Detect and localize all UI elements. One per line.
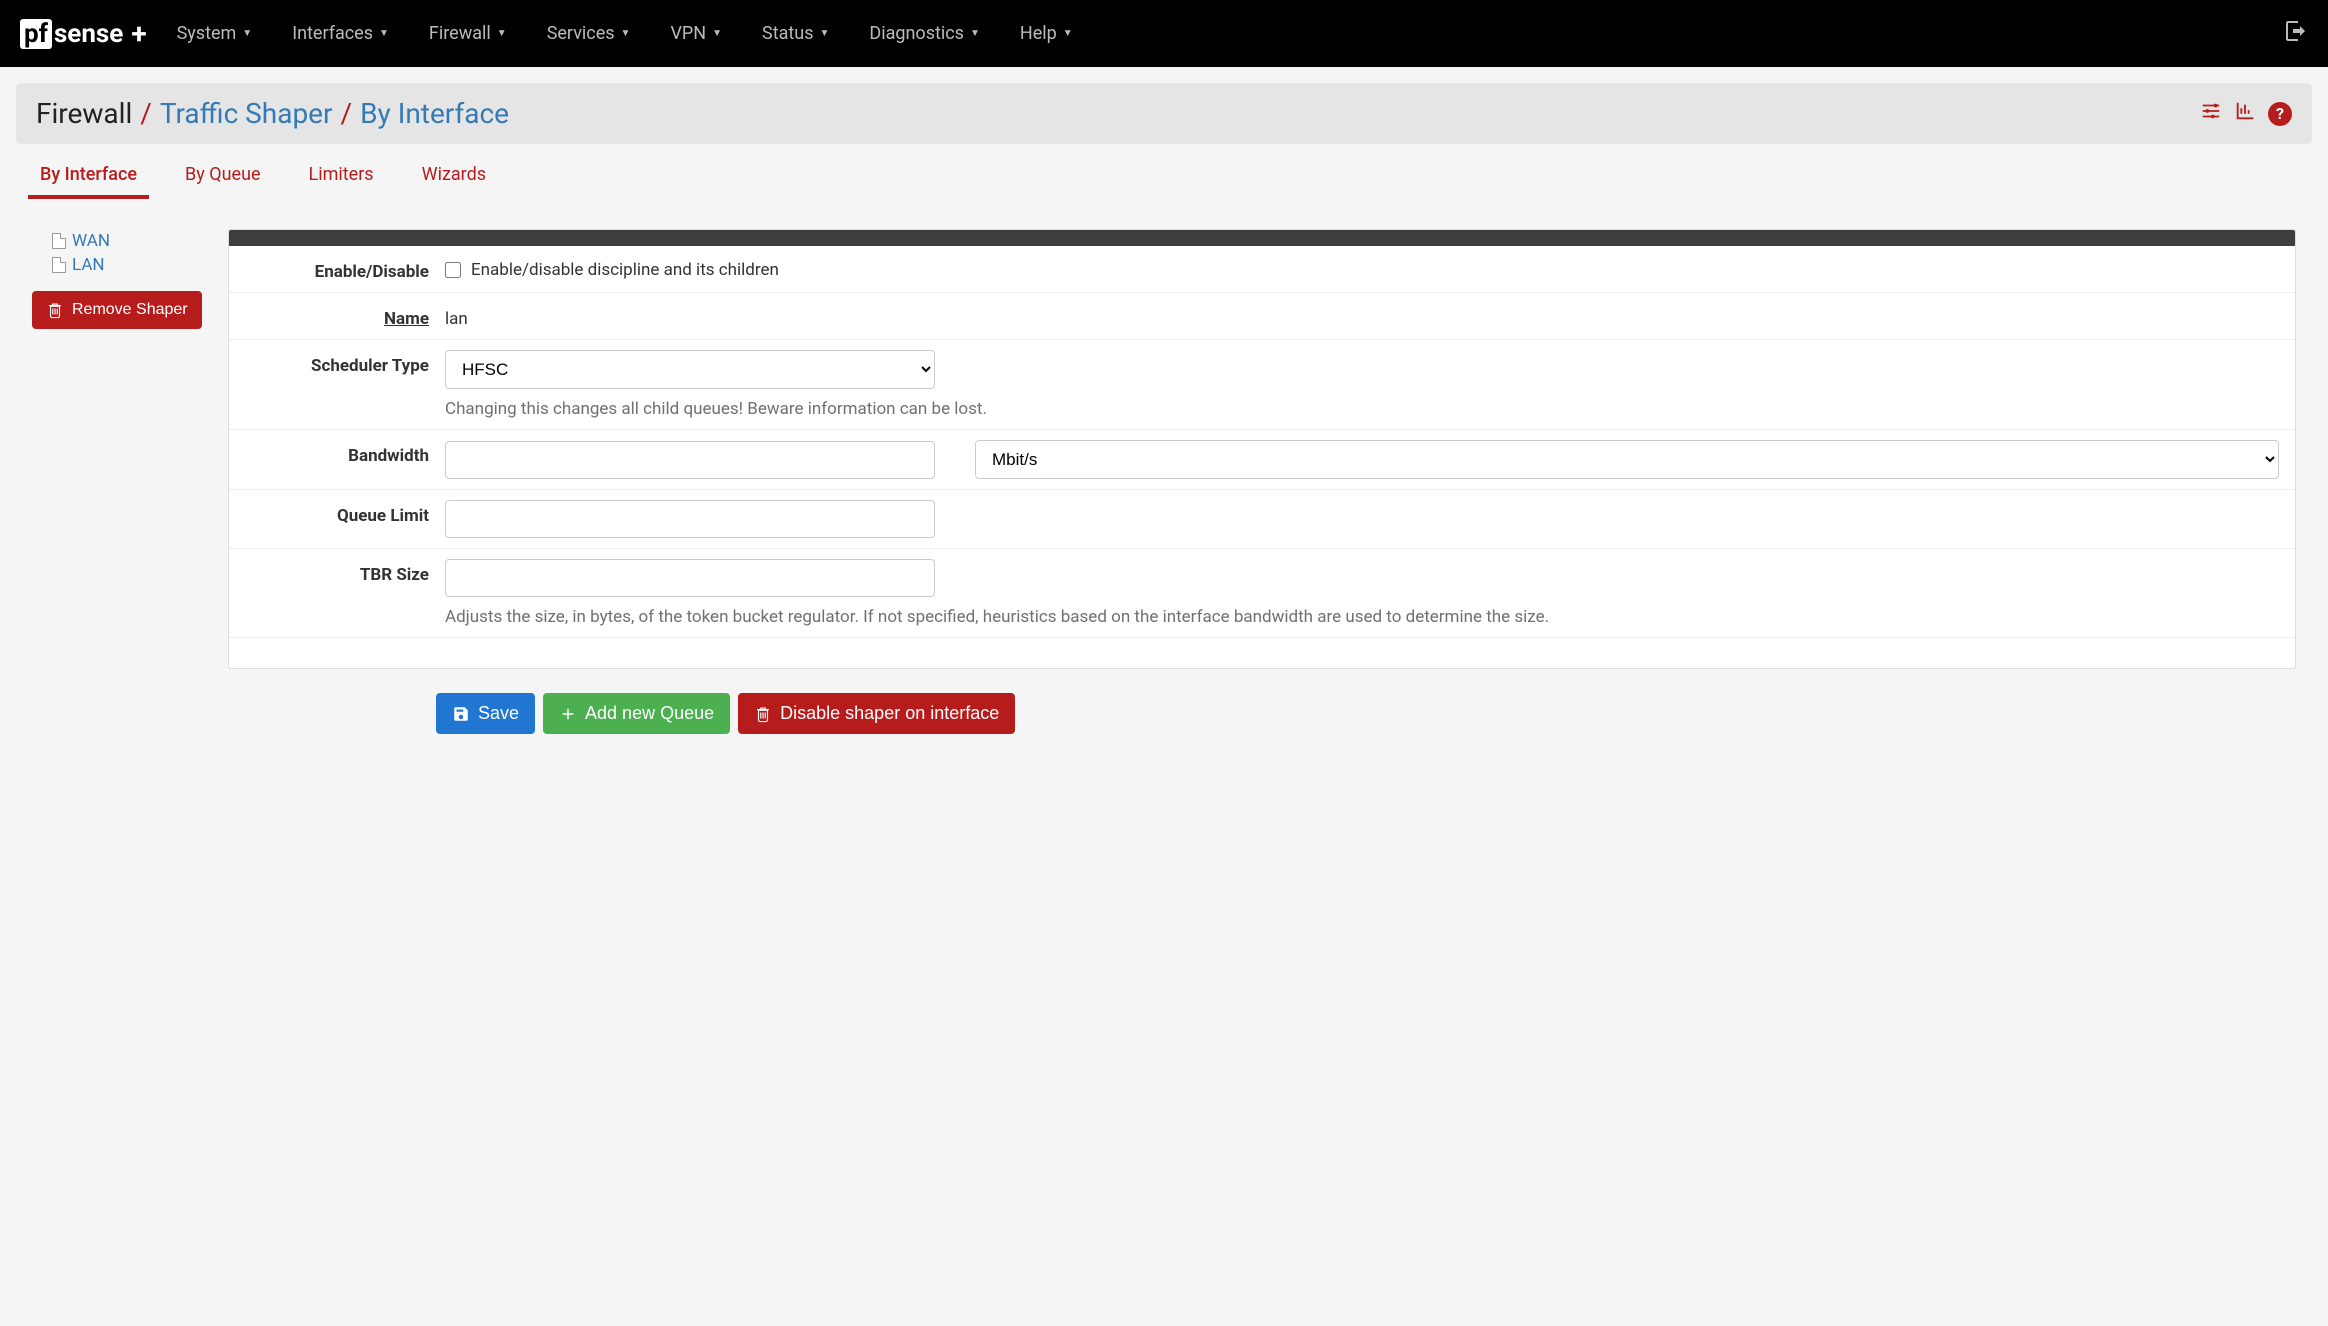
- tbr-help: Adjusts the size, in bytes, of the token…: [445, 607, 2279, 627]
- document-icon: [52, 257, 66, 273]
- breadcrumb-separator: /: [341, 97, 353, 130]
- tree-item-label: LAN: [72, 255, 105, 275]
- logo-box: pf: [20, 19, 52, 49]
- chevron-down-icon: ▼: [820, 28, 830, 39]
- save-button[interactable]: Save: [436, 693, 535, 734]
- tab-by-interface[interactable]: By Interface: [40, 164, 137, 199]
- row-scheduler: Scheduler Type HFSC Changing this change…: [229, 340, 2295, 430]
- plus-icon: [559, 705, 577, 723]
- sidebar: WAN LAN Remove Shaper: [32, 229, 212, 669]
- bandwidth-input[interactable]: [445, 441, 935, 479]
- row-name: Name lan: [229, 293, 2295, 340]
- nav-menu: System▼ Interfaces▼ Firewall▼ Services▼ …: [177, 23, 2284, 44]
- nav-firewall[interactable]: Firewall▼: [429, 23, 507, 44]
- chevron-down-icon: ▼: [621, 28, 631, 39]
- disable-shaper-button[interactable]: Disable shaper on interface: [738, 693, 1015, 734]
- top-navbar: pfsense + System▼ Interfaces▼ Firewall▼ S…: [0, 0, 2328, 67]
- label-bandwidth: Bandwidth: [245, 440, 445, 466]
- save-icon: [452, 705, 470, 723]
- interface-tree: WAN LAN: [32, 229, 212, 277]
- chevron-down-icon: ▼: [1063, 28, 1073, 39]
- label-scheduler: Scheduler Type: [245, 350, 445, 376]
- label-enable: Enable/Disable: [245, 256, 445, 282]
- tab-limiters[interactable]: Limiters: [309, 164, 374, 199]
- logout-icon[interactable]: [2284, 19, 2308, 49]
- row-bandwidth: Bandwidth Mbit/s: [229, 430, 2295, 490]
- logo[interactable]: pfsense +: [20, 17, 147, 50]
- enable-checkbox-label: Enable/disable discipline and its childr…: [471, 260, 779, 280]
- document-icon: [52, 233, 66, 249]
- nav-system[interactable]: System▼: [177, 23, 253, 44]
- panel-header: [229, 230, 2295, 246]
- nav-vpn[interactable]: VPN▼: [670, 23, 722, 44]
- enable-checkbox-wrap[interactable]: Enable/disable discipline and its childr…: [445, 256, 2279, 280]
- label-tbr: TBR Size: [245, 559, 445, 585]
- help-icon[interactable]: ?: [2268, 102, 2292, 126]
- label-queue-limit: Queue Limit: [245, 500, 445, 526]
- tree-item-wan[interactable]: WAN: [52, 229, 212, 253]
- nav-diagnostics[interactable]: Diagnostics▼: [869, 23, 979, 44]
- scheduler-select[interactable]: HFSC: [445, 350, 935, 389]
- remove-shaper-button[interactable]: Remove Shaper: [32, 291, 202, 329]
- trash-icon: [754, 705, 772, 723]
- breadcrumb-bar: Firewall / Traffic Shaper / By Interface…: [16, 83, 2312, 144]
- action-buttons: Save Add new Queue Disable shaper on int…: [16, 669, 2312, 758]
- tabs: By Interface By Queue Limiters Wizards: [16, 144, 2312, 199]
- tree-item-label: WAN: [72, 231, 110, 251]
- tree-item-lan[interactable]: LAN: [52, 253, 212, 277]
- nav-help[interactable]: Help▼: [1020, 23, 1073, 44]
- breadcrumb-actions: ?: [2200, 100, 2292, 127]
- breadcrumb-by-interface[interactable]: By Interface: [360, 97, 509, 130]
- tab-wizards[interactable]: Wizards: [422, 164, 486, 199]
- breadcrumb-root: Firewall: [36, 97, 132, 130]
- nav-interfaces[interactable]: Interfaces▼: [292, 23, 389, 44]
- chevron-down-icon: ▼: [242, 28, 252, 39]
- logo-plus-icon: +: [131, 17, 146, 50]
- chevron-down-icon: ▼: [970, 28, 980, 39]
- chart-icon[interactable]: [2234, 100, 2256, 127]
- scheduler-help: Changing this changes all child queues! …: [445, 399, 2279, 419]
- breadcrumb-traffic-shaper[interactable]: Traffic Shaper: [160, 97, 333, 130]
- breadcrumb: Firewall / Traffic Shaper / By Interface: [36, 97, 509, 130]
- panel-footer-spacer: [229, 638, 2295, 668]
- breadcrumb-separator: /: [140, 97, 152, 130]
- enable-checkbox[interactable]: [445, 262, 461, 278]
- logo-text: sense: [54, 19, 123, 49]
- form-panel: Enable/Disable Enable/disable discipline…: [228, 229, 2296, 669]
- nav-status[interactable]: Status▼: [762, 23, 829, 44]
- row-tbr: TBR Size Adjusts the size, in bytes, of …: [229, 549, 2295, 638]
- queue-limit-input[interactable]: [445, 500, 935, 538]
- settings-icon[interactable]: [2200, 100, 2222, 127]
- name-value: lan: [445, 303, 2279, 329]
- chevron-down-icon: ▼: [497, 28, 507, 39]
- add-queue-button[interactable]: Add new Queue: [543, 693, 730, 734]
- tbr-input[interactable]: [445, 559, 935, 597]
- trash-icon: [46, 301, 64, 319]
- chevron-down-icon: ▼: [712, 28, 722, 39]
- nav-services[interactable]: Services▼: [547, 23, 631, 44]
- bandwidth-unit-select[interactable]: Mbit/s: [975, 440, 2279, 479]
- tab-by-queue[interactable]: By Queue: [185, 164, 261, 199]
- chevron-down-icon: ▼: [379, 28, 389, 39]
- label-name: Name: [245, 303, 445, 329]
- row-enable: Enable/Disable Enable/disable discipline…: [229, 246, 2295, 293]
- row-queue-limit: Queue Limit: [229, 490, 2295, 549]
